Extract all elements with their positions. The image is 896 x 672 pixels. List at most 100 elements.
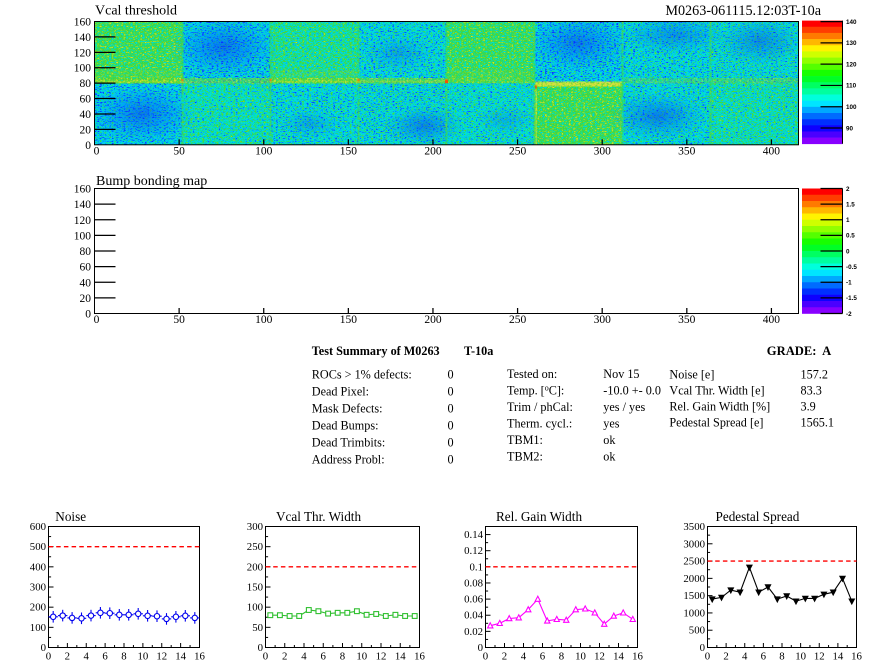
- svg-text:6: 6: [102, 651, 108, 663]
- svg-text:Pedestal Spread: Pedestal Spread: [716, 509, 800, 524]
- svg-text:Mask Defects:: Mask Defects:: [312, 402, 383, 416]
- svg-text:300: 300: [594, 314, 612, 326]
- svg-text:0: 0: [85, 140, 91, 152]
- svg-text:Vcal Thr. Width: Vcal Thr. Width: [276, 509, 361, 524]
- svg-text:14: 14: [613, 651, 624, 663]
- svg-text:Noise: Noise: [55, 509, 86, 524]
- svg-text:100: 100: [74, 63, 92, 75]
- svg-text:Test Summary of M0263: Test Summary of M0263: [312, 344, 440, 358]
- svg-text:0: 0: [85, 309, 91, 321]
- svg-text:100: 100: [30, 622, 46, 634]
- svg-text:10: 10: [575, 651, 586, 663]
- svg-text:0: 0: [448, 402, 454, 416]
- svg-text:150: 150: [247, 582, 263, 594]
- svg-text:4: 4: [301, 651, 307, 663]
- svg-text:250: 250: [509, 146, 527, 158]
- svg-text:40: 40: [80, 277, 92, 289]
- svg-text:14: 14: [395, 651, 406, 663]
- svg-text:200: 200: [247, 561, 263, 573]
- svg-text:1500: 1500: [683, 590, 705, 602]
- svg-text:Therm. cycl.:: Therm. cycl.:: [507, 417, 572, 431]
- svg-text:0: 0: [448, 453, 454, 467]
- svg-text:200: 200: [424, 146, 442, 158]
- svg-text:400: 400: [30, 561, 46, 573]
- svg-text:110: 110: [846, 83, 857, 90]
- svg-text:T-10a: T-10a: [464, 344, 493, 358]
- svg-text:Rel. Gain Width: Rel. Gain Width: [496, 509, 582, 524]
- svg-text:0.12: 0.12: [464, 545, 483, 557]
- svg-text:60: 60: [80, 94, 92, 106]
- svg-text:100: 100: [247, 602, 263, 614]
- svg-text:20: 20: [80, 293, 92, 305]
- svg-text:10: 10: [795, 651, 806, 663]
- svg-text:8: 8: [779, 651, 784, 663]
- svg-text:160: 160: [74, 184, 92, 196]
- svg-text:400: 400: [763, 146, 781, 158]
- svg-text:50: 50: [173, 146, 185, 158]
- svg-text:-1: -1: [846, 280, 852, 287]
- svg-text:4: 4: [521, 651, 527, 663]
- svg-text:-10.0 +- 0.0: -10.0 +- 0.0: [603, 384, 661, 398]
- svg-text:0: 0: [46, 651, 51, 663]
- svg-text:6: 6: [321, 651, 327, 663]
- svg-text:4: 4: [742, 651, 748, 663]
- svg-text:0.06: 0.06: [464, 594, 483, 606]
- svg-text:0: 0: [448, 368, 454, 382]
- svg-text:120: 120: [74, 47, 92, 59]
- svg-text:140: 140: [74, 199, 92, 211]
- svg-text:TBM1:: TBM1:: [507, 433, 543, 447]
- svg-text:Vcal threshold: Vcal threshold: [95, 4, 177, 19]
- svg-text:16: 16: [851, 651, 862, 663]
- svg-text:140: 140: [74, 32, 92, 44]
- svg-text:1: 1: [846, 217, 850, 224]
- svg-text:TBM2:: TBM2:: [507, 450, 543, 464]
- svg-text:3000: 3000: [683, 538, 705, 550]
- svg-text:Noise [e]: Noise [e]: [669, 368, 714, 382]
- svg-text:8: 8: [559, 651, 564, 663]
- svg-text:Vcal Thr. Width [e]: Vcal Thr. Width [e]: [669, 384, 764, 398]
- svg-text:0: 0: [846, 248, 850, 255]
- svg-text:1.5: 1.5: [846, 201, 855, 208]
- svg-text:0.14: 0.14: [464, 529, 483, 541]
- svg-text:Bump bonding map: Bump bonding map: [96, 174, 207, 189]
- svg-text:300: 300: [594, 146, 612, 158]
- svg-text:14: 14: [175, 651, 186, 663]
- svg-text:2500: 2500: [683, 556, 705, 568]
- svg-text:500: 500: [689, 625, 705, 637]
- svg-text:Dead Bumps:: Dead Bumps:: [312, 419, 379, 433]
- svg-text:80: 80: [80, 78, 92, 90]
- svg-text:0.08: 0.08: [464, 577, 483, 589]
- svg-text:Nov 15: Nov 15: [603, 367, 639, 381]
- svg-text:-0.5: -0.5: [846, 264, 857, 271]
- svg-text:157.2: 157.2: [801, 368, 828, 382]
- svg-text:12: 12: [594, 651, 605, 663]
- svg-text:12: 12: [376, 651, 387, 663]
- svg-text:3500: 3500: [683, 521, 705, 533]
- svg-text:100: 100: [74, 230, 92, 242]
- svg-text:16: 16: [414, 651, 425, 663]
- svg-text:60: 60: [80, 262, 92, 274]
- svg-text:100: 100: [255, 314, 273, 326]
- svg-text:16: 16: [194, 651, 205, 663]
- svg-text:400: 400: [763, 314, 781, 326]
- svg-text:0: 0: [94, 146, 100, 158]
- svg-text:4: 4: [84, 651, 90, 663]
- svg-text:-2: -2: [846, 311, 852, 318]
- svg-text:160: 160: [74, 17, 92, 29]
- svg-text:200: 200: [424, 314, 442, 326]
- svg-text:-1.5: -1.5: [846, 295, 857, 302]
- svg-text:6: 6: [761, 651, 767, 663]
- svg-text:GRADE: A: GRADE: A: [767, 344, 831, 358]
- svg-text:1565.1: 1565.1: [801, 416, 835, 430]
- svg-text:50: 50: [252, 622, 263, 634]
- svg-text:6: 6: [540, 651, 546, 663]
- svg-text:1000: 1000: [683, 607, 705, 619]
- svg-text:ok: ok: [603, 450, 616, 464]
- svg-text:600: 600: [30, 521, 46, 533]
- svg-text:150: 150: [340, 314, 358, 326]
- svg-text:83.3: 83.3: [801, 384, 822, 398]
- svg-text:ROCs > 1% defects:: ROCs > 1% defects:: [312, 368, 412, 382]
- svg-text:Pedestal Spread [e]: Pedestal Spread [e]: [669, 416, 763, 430]
- svg-text:10: 10: [137, 651, 148, 663]
- svg-text:14: 14: [832, 651, 843, 663]
